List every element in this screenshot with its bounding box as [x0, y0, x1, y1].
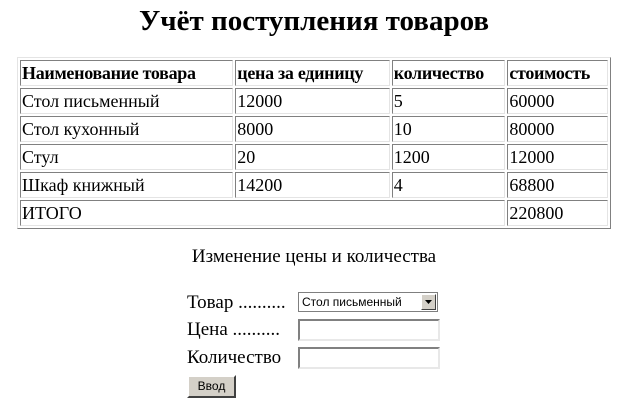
quantity-row: Количество [187, 345, 298, 371]
product-select[interactable]: Стол письменный [298, 292, 438, 312]
product-label: Товар .......... [187, 292, 286, 313]
cell-price: 8000 [235, 116, 390, 142]
table-total-row: ИТОГО 220800 [20, 200, 608, 226]
column-header-name: Наименование товара [20, 60, 234, 86]
table-row: Стол кухонный 8000 10 80000 [20, 116, 608, 142]
form-section-title: Изменение цены и количества [191, 246, 437, 267]
table-header-row: Наименование товара цена за единицу коли… [20, 60, 608, 86]
column-header-price: цена за единицу [235, 60, 390, 86]
price-label: Цена .......... [187, 319, 281, 340]
table-row: Шкаф книжный 14200 4 68800 [20, 172, 608, 198]
cell-name: Стол кухонный [20, 116, 234, 142]
cell-name: Стол письменный [20, 88, 234, 114]
price-row: Цена .......... [187, 317, 298, 343]
dropdown-arrow-button[interactable] [421, 294, 436, 310]
quantity-label: Количество [187, 347, 282, 368]
cell-price: 20 [235, 144, 390, 170]
total-label: ИТОГО [20, 200, 506, 226]
cell-quantity: 4 [391, 172, 506, 198]
table-row: Стул 20 1200 12000 [20, 144, 608, 170]
product-row: Товар .......... [187, 290, 298, 316]
cell-cost: 60000 [507, 88, 608, 114]
cell-cost: 80000 [507, 116, 608, 142]
goods-table: Наименование товара цена за единицу коли… [17, 57, 611, 229]
table-row: Стол письменный 12000 5 60000 [20, 88, 608, 114]
quantity-input[interactable] [298, 347, 440, 369]
cell-price: 12000 [235, 88, 390, 114]
column-header-quantity: количество [391, 60, 506, 86]
submit-button[interactable]: Ввод [187, 375, 236, 398]
cell-quantity: 10 [391, 116, 506, 142]
cell-quantity: 5 [391, 88, 506, 114]
total-value: 220800 [507, 200, 608, 226]
cell-price: 14200 [235, 172, 390, 198]
column-header-cost: стоимость [507, 60, 608, 86]
cell-name: Шкаф книжный [20, 172, 234, 198]
cell-cost: 12000 [507, 144, 608, 170]
cell-cost: 68800 [507, 172, 608, 198]
page-title: Учёт поступления товаров [138, 5, 490, 37]
cell-name: Стул [20, 144, 234, 170]
cell-quantity: 1200 [391, 144, 506, 170]
price-input[interactable] [298, 319, 440, 341]
chevron-down-icon [425, 300, 432, 304]
product-select-value: Стол письменный [302, 295, 402, 309]
